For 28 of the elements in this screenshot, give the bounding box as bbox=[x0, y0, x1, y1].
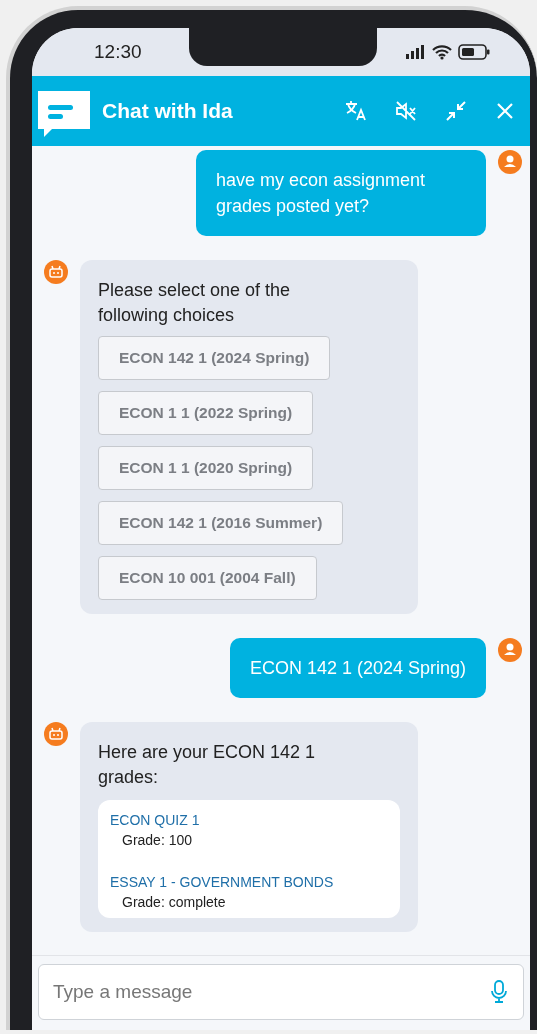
bot-message-text: Please select one of the following choices bbox=[98, 279, 292, 327]
wifi-icon bbox=[432, 44, 452, 60]
assignment-grade: Grade: complete bbox=[122, 894, 227, 910]
choice-button[interactable]: ECON 1 1 (2022 Spring) bbox=[98, 391, 314, 435]
assignment-grade: Grade: 100 bbox=[122, 832, 194, 848]
translate-icon[interactable] bbox=[344, 99, 368, 123]
user-avatar-icon bbox=[498, 150, 522, 174]
choice-button[interactable]: ECON 142 1 (2016 Summer) bbox=[98, 501, 344, 545]
mute-icon[interactable] bbox=[394, 99, 418, 123]
choice-button[interactable]: ECON 1 1 (2020 Spring) bbox=[98, 446, 314, 490]
status-time: 12:30 bbox=[94, 41, 142, 63]
assignment-title: ECON QUIZ 1 bbox=[110, 812, 201, 828]
chat-title: Chat with Ida bbox=[102, 99, 234, 123]
signal-icon bbox=[406, 45, 426, 59]
bot-avatar-icon bbox=[44, 260, 68, 284]
microphone-icon[interactable] bbox=[490, 980, 508, 1004]
chat-bubble-icon bbox=[38, 91, 90, 137]
message-input[interactable]: Type a message bbox=[38, 964, 524, 1020]
bot-avatar-icon bbox=[44, 722, 68, 746]
choice-button[interactable]: ECON 10 001 (2004 Fall) bbox=[98, 556, 317, 600]
user-message: ECON 142 1 (2024 Spring) bbox=[229, 638, 486, 698]
battery-icon bbox=[458, 44, 490, 60]
collapse-icon[interactable] bbox=[444, 99, 468, 123]
user-avatar-icon bbox=[498, 638, 522, 662]
assignment-title: ESSAY 1 - GOVERNMENT BONDS bbox=[110, 874, 335, 890]
user-message: have my econ assignment grades posted yet? bbox=[196, 150, 486, 236]
bot-message-text: Here are your ECON 142 1 grades: bbox=[98, 741, 317, 789]
choice-button[interactable]: ECON 142 1 (2024 Spring) bbox=[98, 336, 331, 380]
